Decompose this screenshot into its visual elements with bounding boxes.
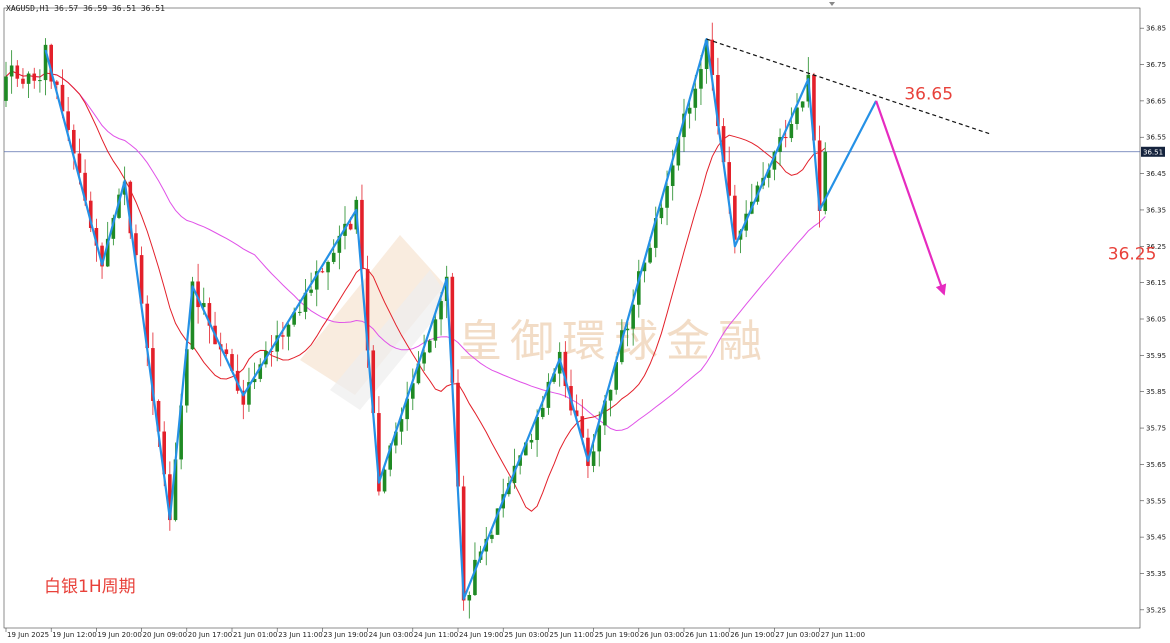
candle-body [26, 73, 31, 84]
y-tick-label: 35.45 [1146, 534, 1166, 542]
candle-body [800, 101, 805, 108]
x-tick-label: 25 Jun 11:00 [549, 631, 593, 639]
candle-body [693, 88, 698, 108]
x-tick-label: 19 Jun 20:00 [97, 631, 141, 639]
candle-body [38, 80, 42, 82]
x-tick-label: 21 Jun 01:00 [233, 631, 277, 639]
candle-body [529, 439, 534, 443]
y-tick-label: 36.05 [1146, 316, 1166, 324]
chart: 皇御環球金融 XAGUSD,H1 36.57 36.59 36.51 36.51… [0, 0, 1170, 643]
x-tick-label: 20 Jun 09:00 [143, 631, 187, 639]
y-tick-label: 35.25 [1146, 606, 1166, 614]
x-tick-label: 26 Jun 11:00 [685, 631, 729, 639]
price-annotation: 36.25 [1108, 245, 1157, 265]
y-tick-label: 35.85 [1146, 388, 1166, 396]
period-label: 白银1H周期 [44, 577, 136, 597]
x-tick-label: 23 Jun 11:00 [278, 631, 322, 639]
candle-body [281, 335, 285, 337]
current-price-tag-label: 36.51 [1143, 148, 1163, 156]
candle-body [490, 534, 494, 539]
candle-body [591, 451, 596, 466]
y-tick-label: 36.15 [1146, 279, 1166, 287]
x-tick-label: 26 Jun 03:00 [640, 631, 684, 639]
y-tick-label: 35.75 [1146, 425, 1166, 433]
y-tick-label: 36.65 [1146, 97, 1166, 105]
candle-body [348, 223, 353, 230]
candle-body [467, 595, 472, 601]
candle-body [608, 389, 613, 401]
candle-body [789, 123, 794, 139]
x-tick-label: 24 Jun 11:00 [414, 631, 458, 639]
candle-body [224, 349, 229, 355]
candle-body [286, 324, 291, 337]
x-tick-label: 20 Jun 17:00 [188, 631, 232, 639]
candle-body [648, 247, 652, 263]
watermark-text: 皇御環球金融 [458, 316, 770, 367]
x-tick-label: 24 Jun 03:00 [369, 631, 413, 639]
candle-body [659, 207, 664, 219]
candle-body [665, 185, 669, 208]
candle-body [21, 78, 25, 84]
y-tick-label: 36.85 [1146, 25, 1166, 33]
x-tick-label: 24 Jun 19:00 [459, 631, 503, 639]
x-tick-label: 27 Jun 03:00 [775, 631, 819, 639]
candle-body [298, 311, 302, 313]
y-tick-label: 35.55 [1146, 497, 1166, 505]
candle-body [326, 261, 330, 273]
candle-body [439, 301, 443, 320]
y-tick-label: 36.45 [1146, 170, 1166, 178]
candle-body [625, 328, 630, 331]
candle-body [382, 469, 387, 492]
x-tick-label: 27 Jun 11:00 [821, 631, 865, 639]
x-tick-label: 26 Jun 19:00 [730, 631, 774, 639]
candle-body [699, 69, 703, 89]
x-tick-label: 23 Jun 19:00 [323, 631, 367, 639]
y-tick-label: 36.35 [1146, 206, 1166, 214]
x-tick-label: 25 Jun 03:00 [504, 631, 548, 639]
candle-body [9, 65, 14, 77]
y-tick-label: 35.35 [1146, 570, 1166, 578]
candle-body [4, 76, 8, 101]
candle-body [320, 271, 325, 273]
y-tick-label: 36.55 [1146, 134, 1166, 142]
y-tick-label: 35.95 [1146, 352, 1166, 360]
candle-body [433, 319, 438, 341]
candle-body [309, 289, 313, 293]
candle-body [15, 65, 20, 79]
candle-body [687, 107, 692, 114]
candle-body [783, 137, 788, 139]
y-tick-label: 36.75 [1146, 61, 1166, 69]
x-tick-label: 25 Jun 19:00 [595, 631, 639, 639]
candle-body [427, 340, 432, 353]
symbol-info: XAGUSD,H1 36.57 36.59 36.51 36.51 [6, 4, 165, 13]
candle-body [540, 407, 545, 417]
candle-body [32, 73, 37, 81]
price-annotation: 36.65 [904, 85, 953, 105]
x-tick-label: 19 Jun 2025 [7, 631, 49, 639]
candle-body [670, 165, 675, 186]
candle-body [331, 252, 336, 262]
y-tick-label: 35.65 [1146, 461, 1166, 469]
x-tick-label: 19 Jun 12:00 [52, 631, 96, 639]
